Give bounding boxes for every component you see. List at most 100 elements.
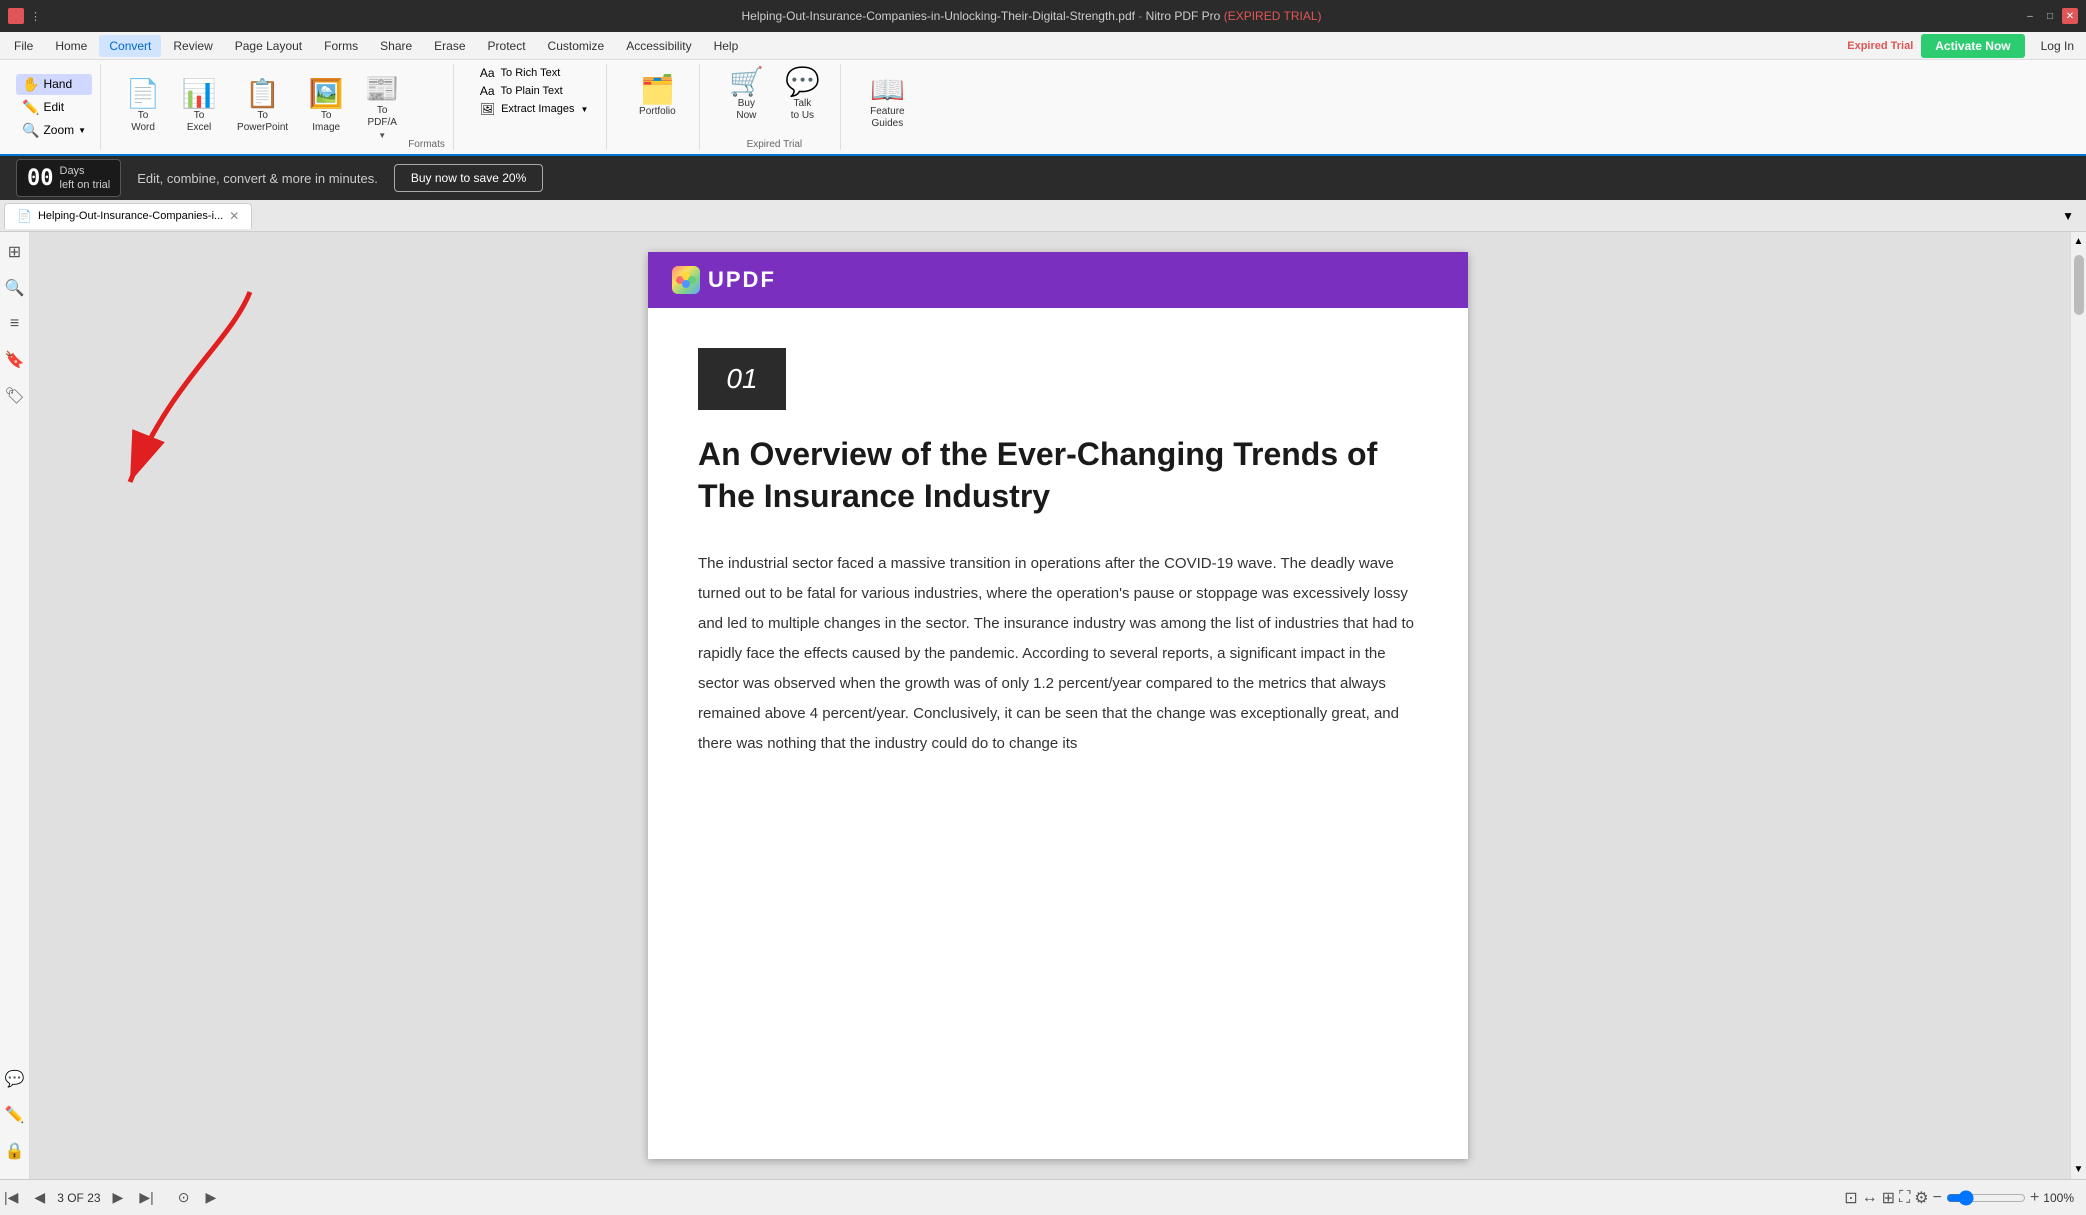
tab-filename: Helping-Out-Insurance-Companies-i... — [38, 210, 223, 222]
status-bar: |◀ ◀ 3 OF 23 ▶ ▶| ⊙ ▶ ⊡ ↔ ⊞ ⛶ ⚙ − + 100% — [0, 1179, 2086, 1215]
sidebar-tag-icon[interactable]: 🏷 — [3, 384, 27, 408]
menu-accessibility[interactable]: Accessibility — [616, 35, 701, 57]
create-buttons: 🛒 BuyNow 💬 Talkto Us — [720, 64, 828, 126]
menu-bar: File Home Convert Review Page Layout For… — [0, 32, 2086, 60]
zoom-mode-button[interactable]: ⊞ — [1882, 1188, 1895, 1208]
tab-dropdown-arrow[interactable]: ▼ — [2054, 205, 2082, 227]
portfolio-button[interactable]: 🗂️ Portfolio — [627, 72, 687, 122]
days-counter: 00 Days left on trial — [16, 159, 121, 198]
tab-bar: 📄 Helping-Out-Insurance-Companies-i... ✕… — [0, 200, 2086, 232]
zoom-in-button[interactable]: + — [2030, 1189, 2039, 1207]
menu-home[interactable]: Home — [45, 35, 97, 57]
word-icon: 📄 — [126, 80, 161, 108]
to-pdfa-button[interactable]: 📰 ToPDF/A ▼ — [356, 71, 408, 144]
updf-logo-icon — [672, 266, 700, 294]
sidebar-comment-icon[interactable]: 💬 — [3, 1067, 27, 1091]
plain-text-icon: Aa — [480, 84, 495, 98]
sidebar-annotation-icon[interactable]: ✏️ — [3, 1103, 27, 1127]
pdf-article-title: An Overview of the Ever-Changing Trends … — [698, 434, 1418, 517]
edit-tool-button[interactable]: ✏️ Edit — [16, 97, 92, 118]
tab-close-button[interactable]: ✕ — [229, 209, 239, 223]
to-excel-button[interactable]: 📊 ToExcel — [173, 76, 225, 138]
play-button[interactable]: ▶ — [201, 1187, 220, 1208]
left-sidebar: ⊞ 🔍 ≡ 🔖 🏷 💬 ✏️ 🔒 — [0, 232, 30, 1179]
talk-icon: 💬 — [785, 68, 820, 96]
vertical-scrollbar[interactable]: ▲ ▼ — [2070, 232, 2086, 1179]
to-plain-text-button[interactable]: Aa To Plain Text — [474, 82, 595, 100]
pdf-page: UPDF 01 An Overview of the Ever-Changing… — [648, 252, 1468, 1159]
next-page-button[interactable]: ▶ — [109, 1187, 128, 1208]
feature-guides-button[interactable]: 📖 FeatureGuides — [861, 72, 913, 134]
window-controls[interactable]: – □ ✕ — [2022, 8, 2078, 24]
minimize-button[interactable]: – — [2022, 8, 2038, 24]
fit-page-button[interactable]: ⊡ — [1844, 1188, 1857, 1208]
pdf-article-body: The industrial sector faced a massive tr… — [698, 549, 1418, 759]
main-area: ⊞ 🔍 ≡ 🔖 🏷 💬 ✏️ 🔒 — [0, 232, 2086, 1179]
sidebar-lock-icon[interactable]: 🔒 — [3, 1139, 27, 1163]
menu-convert[interactable]: Convert — [99, 35, 161, 57]
prev-page-button[interactable]: ◀ — [30, 1187, 49, 1208]
convert-group-spacer — [474, 139, 595, 150]
edit-icon: ✏️ — [22, 99, 39, 116]
extract-images-button[interactable]: 🖼 Extract Images ▼ — [474, 100, 595, 118]
activate-now-button[interactable]: Activate Now — [1921, 34, 2024, 58]
ppt-icon: 📋 — [245, 80, 280, 108]
last-page-button[interactable]: ▶| — [135, 1187, 157, 1208]
scroll-down-button[interactable]: ▼ — [2071, 1164, 2086, 1175]
to-image-button[interactable]: 🖼️ ToImage — [300, 76, 352, 138]
menu-file[interactable]: File — [4, 35, 43, 57]
login-link[interactable]: Log In — [2033, 35, 2082, 57]
talk-to-us-button[interactable]: 💬 Talkto Us — [776, 64, 828, 126]
menu-customize[interactable]: Customize — [538, 35, 615, 57]
scroll-up-button[interactable]: ▲ — [2074, 232, 2084, 251]
first-page-button[interactable]: |◀ — [0, 1187, 22, 1208]
zoom-slider[interactable] — [1946, 1190, 2026, 1206]
sidebar-search-icon[interactable]: 🔍 — [3, 276, 27, 300]
page-info: 3 OF 23 — [57, 1191, 100, 1205]
menu-erase[interactable]: Erase — [424, 35, 475, 57]
zoom-tool-button[interactable]: 🔍 Zoom ▼ — [16, 120, 92, 141]
pdf-page-content: 01 An Overview of the Ever-Changing Tren… — [648, 308, 1468, 799]
sidebar-layers-icon[interactable]: ≡ — [3, 312, 27, 336]
pdf-scroll-area[interactable]: UPDF 01 An Overview of the Ever-Changing… — [30, 232, 2086, 1179]
hand-tool-button[interactable]: ✋ Hand — [16, 74, 92, 95]
convert-buttons-row: 📄 ToWord 📊 ToExcel 📋 ToPowerPoint 🖼️ ToI… — [117, 64, 408, 150]
trial-banner: 00 Days left on trial Edit, combine, con… — [0, 156, 2086, 200]
sidebar-bookmark-icon[interactable]: 🔖 — [3, 348, 27, 372]
menu-review[interactable]: Review — [163, 35, 222, 57]
scroll-thumb[interactable] — [2074, 255, 2084, 315]
formats-group-label: Formats — [408, 137, 445, 150]
zoom-settings-button[interactable]: ⚙ — [1914, 1188, 1928, 1208]
image-icon: 🖼️ — [309, 80, 344, 108]
maximize-button[interactable]: □ — [2042, 8, 2058, 24]
document-tab[interactable]: 📄 Helping-Out-Insurance-Companies-i... ✕ — [4, 203, 252, 229]
sidebar-thumbnail-icon[interactable]: ⊞ — [3, 240, 27, 264]
continuous-view-button[interactable]: ⊙ — [174, 1187, 194, 1208]
extract-icon: 🖼 — [480, 102, 495, 116]
window-controls-icons: ⋮ — [30, 10, 41, 23]
zoom-level-display: 100% — [2043, 1191, 2074, 1205]
buy-now-save-button[interactable]: Buy now to save 20% — [394, 164, 543, 192]
title-bar-title: Helping-Out-Insurance-Companies-in-Unloc… — [41, 9, 2022, 23]
zoom-out-button[interactable]: − — [1933, 1189, 1942, 1207]
menu-protect[interactable]: Protect — [478, 35, 536, 57]
menu-forms[interactable]: Forms — [314, 35, 368, 57]
menu-share[interactable]: Share — [370, 35, 422, 57]
pdfa-icon: 📰 — [365, 75, 400, 103]
text-convert-group: Aa To Rich Text Aa To Plain Text 🖼 Extra… — [462, 64, 608, 150]
pdf-header-bar: UPDF — [648, 252, 1468, 308]
buy-icon: 🛒 — [729, 68, 764, 96]
close-button[interactable]: ✕ — [2062, 8, 2078, 24]
to-word-button[interactable]: 📄 ToWord — [117, 76, 169, 138]
zoom-dropdown-arrow: ▼ — [78, 126, 86, 135]
portfolio-group: 🗂️ Portfolio — [615, 64, 700, 150]
feature-guides-icon: 📖 — [870, 76, 905, 104]
menu-help[interactable]: Help — [704, 35, 749, 57]
days-text: Days left on trial — [60, 164, 111, 193]
to-rich-text-button[interactable]: Aa To Rich Text — [474, 64, 595, 82]
to-powerpoint-button[interactable]: 📋 ToPowerPoint — [229, 76, 296, 138]
fit-width-button[interactable]: ↔ — [1862, 1189, 1878, 1207]
menu-page-layout[interactable]: Page Layout — [225, 35, 312, 57]
buy-now-button[interactable]: 🛒 BuyNow — [720, 64, 772, 126]
fullscreen-button[interactable]: ⛶ — [1899, 1189, 1910, 1207]
